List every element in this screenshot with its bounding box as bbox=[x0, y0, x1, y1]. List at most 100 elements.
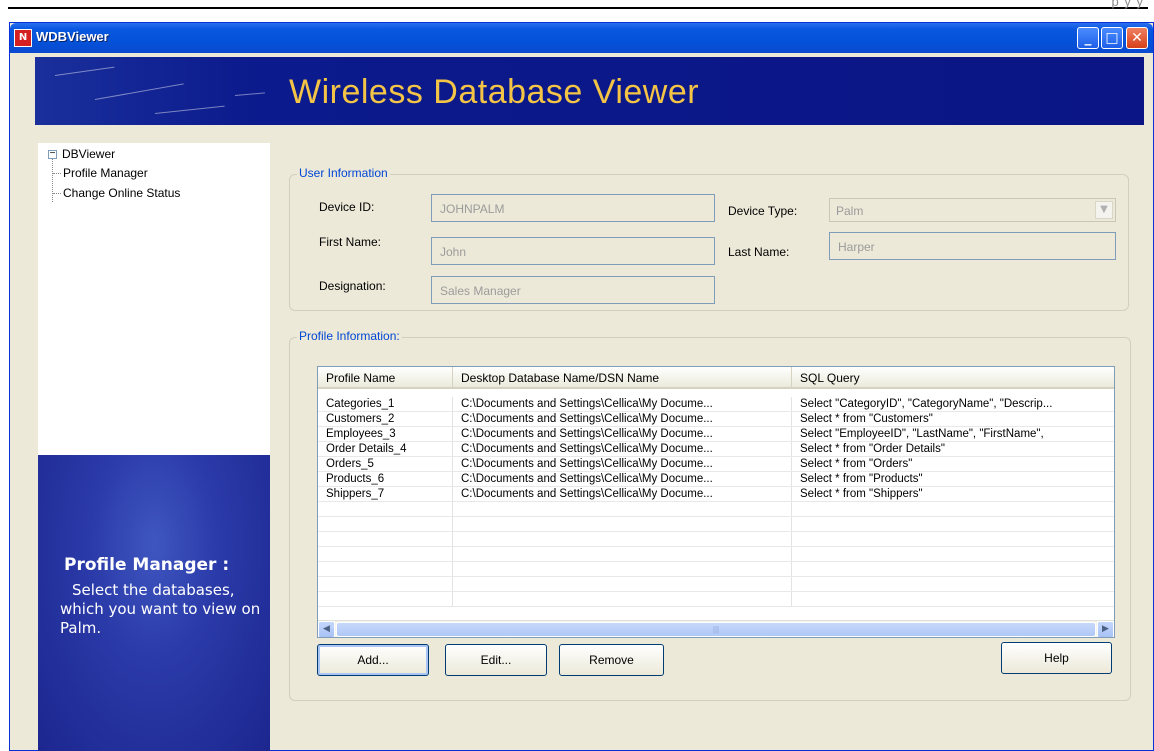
cell-profile-name: Customers_2 bbox=[318, 412, 453, 426]
cell-database-name: C:\Documents and Settings\Cellica\My Doc… bbox=[453, 487, 792, 501]
cell-database-name: C:\Documents and Settings\Cellica\My Doc… bbox=[453, 472, 792, 486]
cell-database-name: C:\Documents and Settings\Cellica\My Doc… bbox=[453, 427, 792, 441]
column-profile-name[interactable]: Profile Name bbox=[318, 367, 453, 389]
empty-cell bbox=[318, 517, 453, 531]
table-row[interactable]: Orders_5 C:\Documents and Settings\Celli… bbox=[318, 457, 1114, 472]
empty-cell bbox=[453, 562, 792, 576]
cell-database-name: C:\Documents and Settings\Cellica\My Doc… bbox=[453, 457, 792, 471]
empty-cell bbox=[792, 562, 1114, 576]
empty-cell bbox=[792, 577, 1114, 591]
table-row[interactable]: Products_6 C:\Documents and Settings\Cel… bbox=[318, 472, 1114, 487]
empty-cell bbox=[318, 562, 453, 576]
tree-connector bbox=[52, 159, 53, 202]
help-button[interactable]: Help bbox=[1001, 642, 1112, 674]
profile-information-group: Profile Information: Profile Name Deskto… bbox=[289, 329, 1131, 701]
table-row[interactable]: Shippers_7 C:\Documents and Settings\Cel… bbox=[318, 487, 1114, 502]
window-title: WDBViewer bbox=[36, 29, 109, 44]
empty-row bbox=[318, 577, 1114, 592]
banner-title: Wireless Database Viewer bbox=[289, 73, 700, 111]
table-row[interactable]: Customers_2 C:\Documents and Settings\Ce… bbox=[318, 412, 1114, 427]
cell-profile-name: Orders_5 bbox=[318, 457, 453, 471]
empty-cell bbox=[792, 502, 1114, 516]
table-row[interactable]: Order Details_4 C:\Documents and Setting… bbox=[318, 442, 1114, 457]
column-sql-query[interactable]: SQL Query bbox=[792, 367, 1114, 389]
help-panel-text: Select the databases, which you want to … bbox=[60, 581, 261, 637]
cell-sql-query: Select "EmployeeID", "LastName", "FirstN… bbox=[800, 428, 1044, 440]
cell-database-name: C:\Documents and Settings\Cellica\My Doc… bbox=[453, 397, 792, 411]
scroll-left-icon[interactable]: ◀ bbox=[318, 621, 335, 637]
profile-information-legend: Profile Information: bbox=[297, 329, 402, 343]
chevron-down-icon[interactable]: ▼ bbox=[1095, 201, 1113, 219]
cell-sql-query: Select "CategoryID", "CategoryName", "De… bbox=[800, 398, 1053, 410]
empty-row bbox=[318, 562, 1114, 577]
edit-button[interactable]: Edit... bbox=[445, 644, 547, 676]
cell-profile-name: Shippers_7 bbox=[318, 487, 453, 501]
scroll-right-icon[interactable]: ▶ bbox=[1097, 621, 1114, 637]
last-name-field[interactable]: Harper bbox=[829, 232, 1116, 260]
column-database-name[interactable]: Desktop Database Name/DSN Name bbox=[453, 367, 792, 389]
profiles-list[interactable]: Profile Name Desktop Database Name/DSN N… bbox=[317, 366, 1115, 638]
empty-cell bbox=[453, 592, 792, 606]
empty-cell bbox=[318, 592, 453, 606]
app-icon: N bbox=[14, 29, 32, 47]
banner-streak bbox=[154, 105, 225, 114]
scrollbar-thumb[interactable]: ||| bbox=[336, 622, 1096, 637]
cell-sql-query: Select * from "Order Details" bbox=[800, 443, 945, 455]
cell-profile-name: Categories_1 bbox=[318, 397, 453, 411]
collapse-icon[interactable]: − bbox=[48, 149, 57, 159]
device-type-select[interactable]: Palm ▼ bbox=[829, 198, 1116, 222]
empty-row bbox=[318, 592, 1114, 607]
device-type-label: Device Type: bbox=[728, 204, 798, 218]
banner-streak bbox=[94, 83, 184, 100]
tree-item-profile-manager[interactable]: Profile Manager bbox=[63, 166, 148, 180]
empty-row bbox=[318, 517, 1114, 532]
top-rule bbox=[8, 7, 1148, 9]
banner-streak bbox=[234, 92, 265, 96]
empty-cell bbox=[318, 502, 453, 516]
empty-cell bbox=[318, 532, 453, 546]
designation-label: Designation: bbox=[319, 279, 386, 293]
top-strip: p y y bbox=[0, 0, 1154, 22]
empty-cell bbox=[792, 547, 1114, 561]
designation-field[interactable]: Sales Manager bbox=[431, 276, 715, 304]
banner-streak bbox=[54, 66, 115, 76]
navigation-tree: − DBViewer Profile Manager Change Online… bbox=[38, 143, 270, 455]
empty-cell bbox=[792, 517, 1114, 531]
first-name-field[interactable]: John bbox=[431, 237, 715, 265]
empty-row bbox=[318, 547, 1114, 562]
horizontal-scrollbar[interactable]: ◀ ||| ▶ bbox=[318, 620, 1114, 637]
user-information-group: User Information Device ID: JOHNPALM Dev… bbox=[289, 166, 1129, 311]
help-panel-title: Profile Manager : bbox=[64, 555, 230, 575]
first-name-label: First Name: bbox=[319, 235, 382, 249]
profiles-list-header: Profile Name Desktop Database Name/DSN N… bbox=[318, 367, 1114, 389]
top-strip-text: p y y bbox=[1111, 0, 1144, 9]
empty-cell bbox=[453, 532, 792, 546]
tree-connector bbox=[53, 193, 61, 194]
app-window: N WDBViewer _ □ ✕ Wireless Database View… bbox=[9, 22, 1154, 751]
table-row[interactable]: Employees_3 C:\Documents and Settings\Ce… bbox=[318, 427, 1114, 442]
tree-item-change-online-status[interactable]: Change Online Status bbox=[63, 186, 180, 200]
device-type-value: Palm bbox=[836, 204, 864, 218]
empty-cell bbox=[453, 517, 792, 531]
cell-profile-name: Employees_3 bbox=[318, 427, 453, 441]
empty-cell bbox=[318, 547, 453, 561]
maximize-button[interactable]: □ bbox=[1101, 27, 1123, 49]
title-bar[interactable]: N WDBViewer _ □ ✕ bbox=[10, 23, 1153, 53]
cell-sql-query: Select * from "Orders" bbox=[800, 458, 913, 470]
cell-profile-name: Order Details_4 bbox=[318, 442, 453, 456]
empty-cell bbox=[792, 532, 1114, 546]
empty-cell bbox=[453, 502, 792, 516]
cell-sql-query: Select * from "Shippers" bbox=[800, 488, 923, 500]
remove-button[interactable]: Remove bbox=[559, 644, 664, 676]
user-information-legend: User Information bbox=[297, 166, 390, 180]
cell-database-name: C:\Documents and Settings\Cellica\My Doc… bbox=[453, 412, 792, 426]
minimize-button[interactable]: _ bbox=[1077, 27, 1099, 49]
table-row[interactable]: Categories_1 C:\Documents and Settings\C… bbox=[318, 397, 1114, 412]
empty-cell bbox=[453, 577, 792, 591]
tree-root-dbviewer[interactable]: DBViewer bbox=[62, 147, 115, 161]
last-name-label: Last Name: bbox=[728, 245, 790, 259]
device-id-field[interactable]: JOHNPALM bbox=[431, 194, 715, 222]
close-button[interactable]: ✕ bbox=[1126, 27, 1148, 49]
add-button[interactable]: Add... bbox=[317, 644, 429, 676]
empty-row bbox=[318, 502, 1114, 517]
